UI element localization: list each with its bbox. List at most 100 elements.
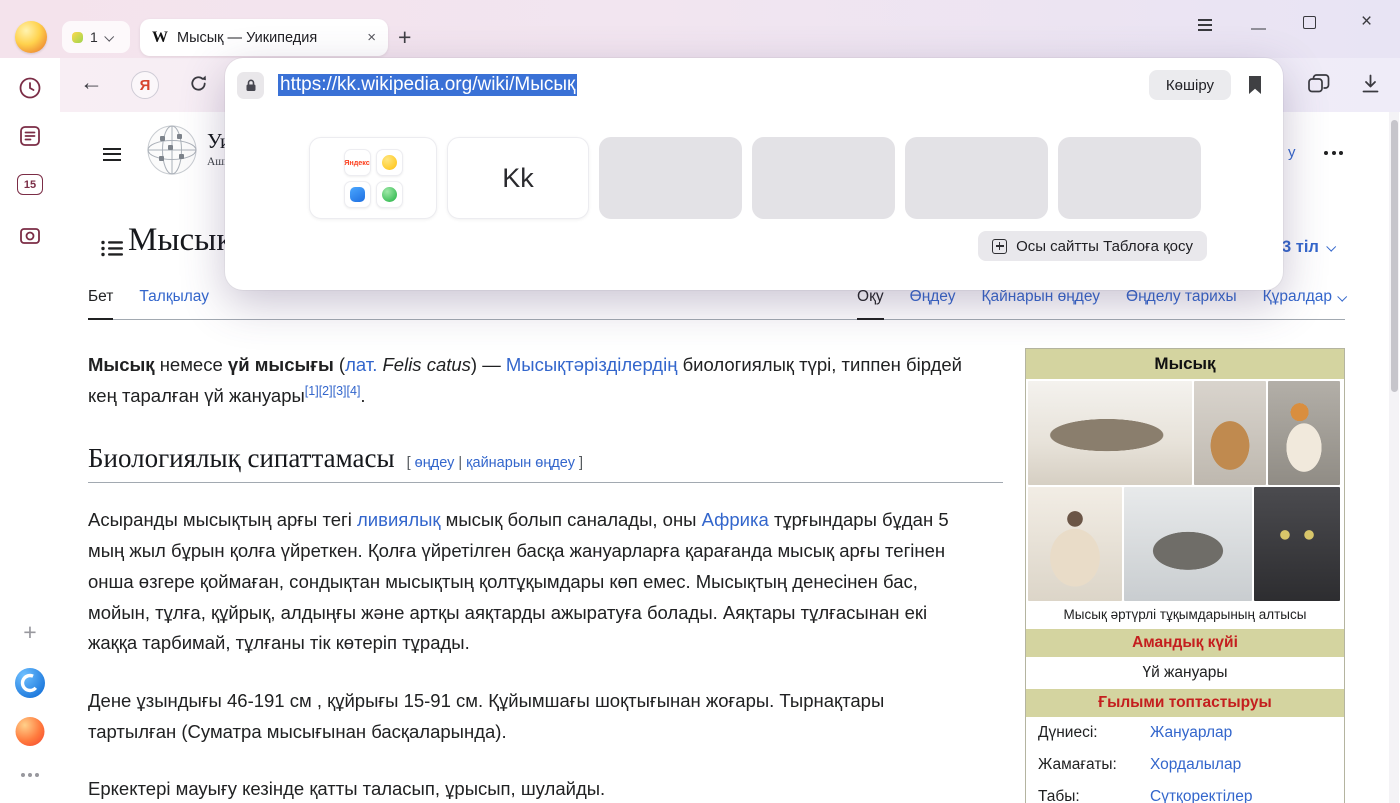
wikipedia-logo[interactable] — [146, 124, 198, 181]
browser-menu-icon[interactable] — [1198, 16, 1212, 34]
cat-photo-5[interactable] — [1124, 487, 1252, 601]
tablo-tiles: Яндекс Kk — [309, 137, 1283, 219]
tablo-tile-empty[interactable] — [905, 137, 1048, 219]
add-to-tablo-icon — [992, 239, 1007, 254]
language-selector[interactable]: 3 тіл — [1282, 238, 1334, 257]
yandex-logo-text: Яндекс — [344, 158, 370, 167]
bookmark-icon[interactable] — [1247, 75, 1263, 95]
new-tab-button[interactable]: + — [398, 24, 411, 51]
tab-group[interactable]: 1 — [62, 21, 130, 53]
taxonomy-row: Жамағаты: Хордалылар — [1026, 749, 1344, 781]
url-selected-text: https://kk.wikipedia.org/wiki/Мысық — [278, 74, 577, 96]
tab-tools[interactable]: Құралдар — [1263, 288, 1345, 319]
ellipsis-icon[interactable] — [21, 773, 39, 777]
wikipedia-favicon: W — [152, 29, 168, 47]
reload-icon[interactable] — [188, 73, 209, 99]
tablo-tile-current-site[interactable]: Kk — [447, 137, 589, 219]
taxobox-title: Мысық — [1026, 349, 1344, 379]
wiki-link[interactable]: Сүтқоректілер — [1150, 788, 1252, 803]
wiki-link[interactable]: лат. — [345, 354, 377, 375]
address-bar[interactable]: https://kk.wikipedia.org/wiki/Мысық Көші… — [225, 58, 1283, 112]
reference-link[interactable]: [3] — [333, 384, 347, 398]
orange-app-icon[interactable] — [16, 717, 45, 746]
taxobox: Мысық Мысық әртүрлі тұқымдарының алтысы … — [1025, 348, 1345, 803]
chevron-down-icon — [104, 31, 114, 41]
cat-photo-1[interactable] — [1028, 381, 1192, 485]
contents-icon[interactable] — [101, 240, 123, 262]
page-title: Мысық — [128, 222, 232, 259]
tablo-tile-yandex-services[interactable]: Яндекс — [309, 137, 437, 219]
reference-link[interactable]: [4] — [347, 384, 361, 398]
lock-icon[interactable] — [237, 72, 264, 99]
article-paragraph: Мысық немесе үй мысығы (лат. Felis catus… — [88, 350, 973, 411]
download-icon[interactable] — [1360, 73, 1381, 100]
taxonomy-label: Табы: — [1038, 788, 1150, 803]
edit-section-links: [ өңдеу | қайнарын өңдеу ] — [407, 455, 583, 471]
screenshot-icon[interactable] — [17, 223, 43, 254]
taxobox-gallery — [1026, 379, 1344, 603]
chevron-down-icon — [1326, 242, 1336, 252]
back-icon[interactable]: ← — [80, 69, 103, 96]
article-body: Мысық Мысық әртүрлі тұқымдарының алтысы … — [88, 320, 1345, 803]
yandex-search-icon[interactable]: Я — [131, 71, 159, 99]
tabs-counter-badge[interactable]: 15 — [17, 174, 43, 195]
status-header: Амандық күйі — [1026, 629, 1344, 657]
plus-icon[interactable]: + — [23, 619, 36, 646]
browser-window: 1 W Мысық — Уикипедия × + — × ← Я — [0, 0, 1400, 803]
cat-photo-4[interactable] — [1028, 487, 1122, 601]
tablo-tile-empty[interactable] — [752, 137, 895, 219]
article-paragraph: Дене ұзындығы 46-191 см , құйрығы 15-91 … — [88, 686, 973, 747]
tab-strip: 1 W Мысық — Уикипедия × + — × — [0, 0, 1400, 58]
taxonomy-row: Табы: Сүтқоректілер — [1026, 781, 1344, 803]
status-value: Үй жануары — [1026, 657, 1344, 689]
scrollbar-thumb[interactable] — [1391, 120, 1398, 392]
copy-url-button[interactable]: Көшіру — [1149, 70, 1231, 100]
wiki-link[interactable]: ливиялық — [357, 509, 441, 530]
tab-read[interactable]: Оқу — [857, 288, 884, 320]
tablo-tile-empty[interactable] — [1058, 137, 1201, 219]
cat-photo-3[interactable] — [1268, 381, 1340, 485]
browser-tab[interactable]: W Мысық — Уикипедия × — [140, 19, 388, 56]
minimize-icon[interactable]: — — [1251, 20, 1266, 37]
wiki-link[interactable]: өңдеу — [415, 455, 455, 471]
yandex-app-icon — [382, 187, 397, 202]
reference-link[interactable]: [2] — [319, 384, 333, 398]
taxonomy-label: Дүниесі: — [1038, 724, 1150, 742]
wiki-link[interactable]: қайнарын өңдеу — [466, 455, 575, 471]
maximize-icon[interactable] — [1303, 16, 1316, 29]
tablo-tile-empty[interactable] — [599, 137, 742, 219]
cat-photo-6[interactable] — [1254, 487, 1340, 601]
close-icon[interactable]: × — [1361, 11, 1372, 33]
history-icon[interactable] — [17, 75, 43, 106]
tab-history[interactable]: Өңделу тарихы — [1126, 288, 1237, 319]
yandex-mail-icon — [382, 155, 397, 170]
gallery-caption: Мысық әртүрлі тұқымдарының алтысы — [1026, 603, 1344, 629]
address-bar-dropdown: https://kk.wikipedia.org/wiki/Мысық Көші… — [225, 58, 1283, 290]
add-to-tablo-button[interactable]: Осы сайтты Таблоға қосу — [978, 231, 1207, 261]
tab-edit-source[interactable]: Қайнарын өңдеу — [982, 288, 1101, 319]
tab-talk[interactable]: Талқылау — [139, 288, 209, 319]
header-link-partial[interactable]: у — [1288, 144, 1296, 161]
taxonomy-label: Жамағаты: — [1038, 756, 1150, 774]
tab-close-icon[interactable]: × — [367, 29, 376, 46]
taxonomy-header: Ғылыми топтастыруы — [1026, 689, 1344, 717]
article-paragraph: Еркектері мауығу кезінде қатты таласып, … — [88, 774, 973, 803]
article-tab-bar: Бет Талқылау Оқу Өңдеу Қайнарын өңдеу Өң… — [88, 288, 1345, 320]
left-sidebar: 15 + — [0, 58, 60, 803]
wiki-link[interactable]: Африка — [702, 509, 769, 530]
section-heading: Биологиялық сипаттамасы[ өңдеу | қайнары… — [88, 443, 1003, 483]
more-options-icon[interactable] — [1324, 151, 1343, 155]
wiki-link[interactable]: Мысықтәрізділердің — [506, 354, 678, 375]
wiki-link[interactable]: Хордалылар — [1150, 756, 1241, 774]
cat-photo-2[interactable] — [1194, 381, 1266, 485]
browser-logo[interactable] — [14, 667, 46, 704]
wiki-link[interactable]: Жануарлар — [1150, 724, 1232, 742]
menu-icon[interactable] — [103, 144, 121, 164]
side-panels-icon[interactable] — [1308, 74, 1331, 98]
reference-link[interactable]: [1] — [305, 384, 319, 398]
profile-avatar[interactable] — [15, 21, 47, 53]
url-input[interactable]: https://kk.wikipedia.org/wiki/Мысық — [278, 74, 1149, 96]
tab-article[interactable]: Бет — [88, 288, 113, 320]
tab-edit[interactable]: Өңдеу — [910, 288, 956, 319]
feed-icon[interactable] — [17, 123, 43, 154]
